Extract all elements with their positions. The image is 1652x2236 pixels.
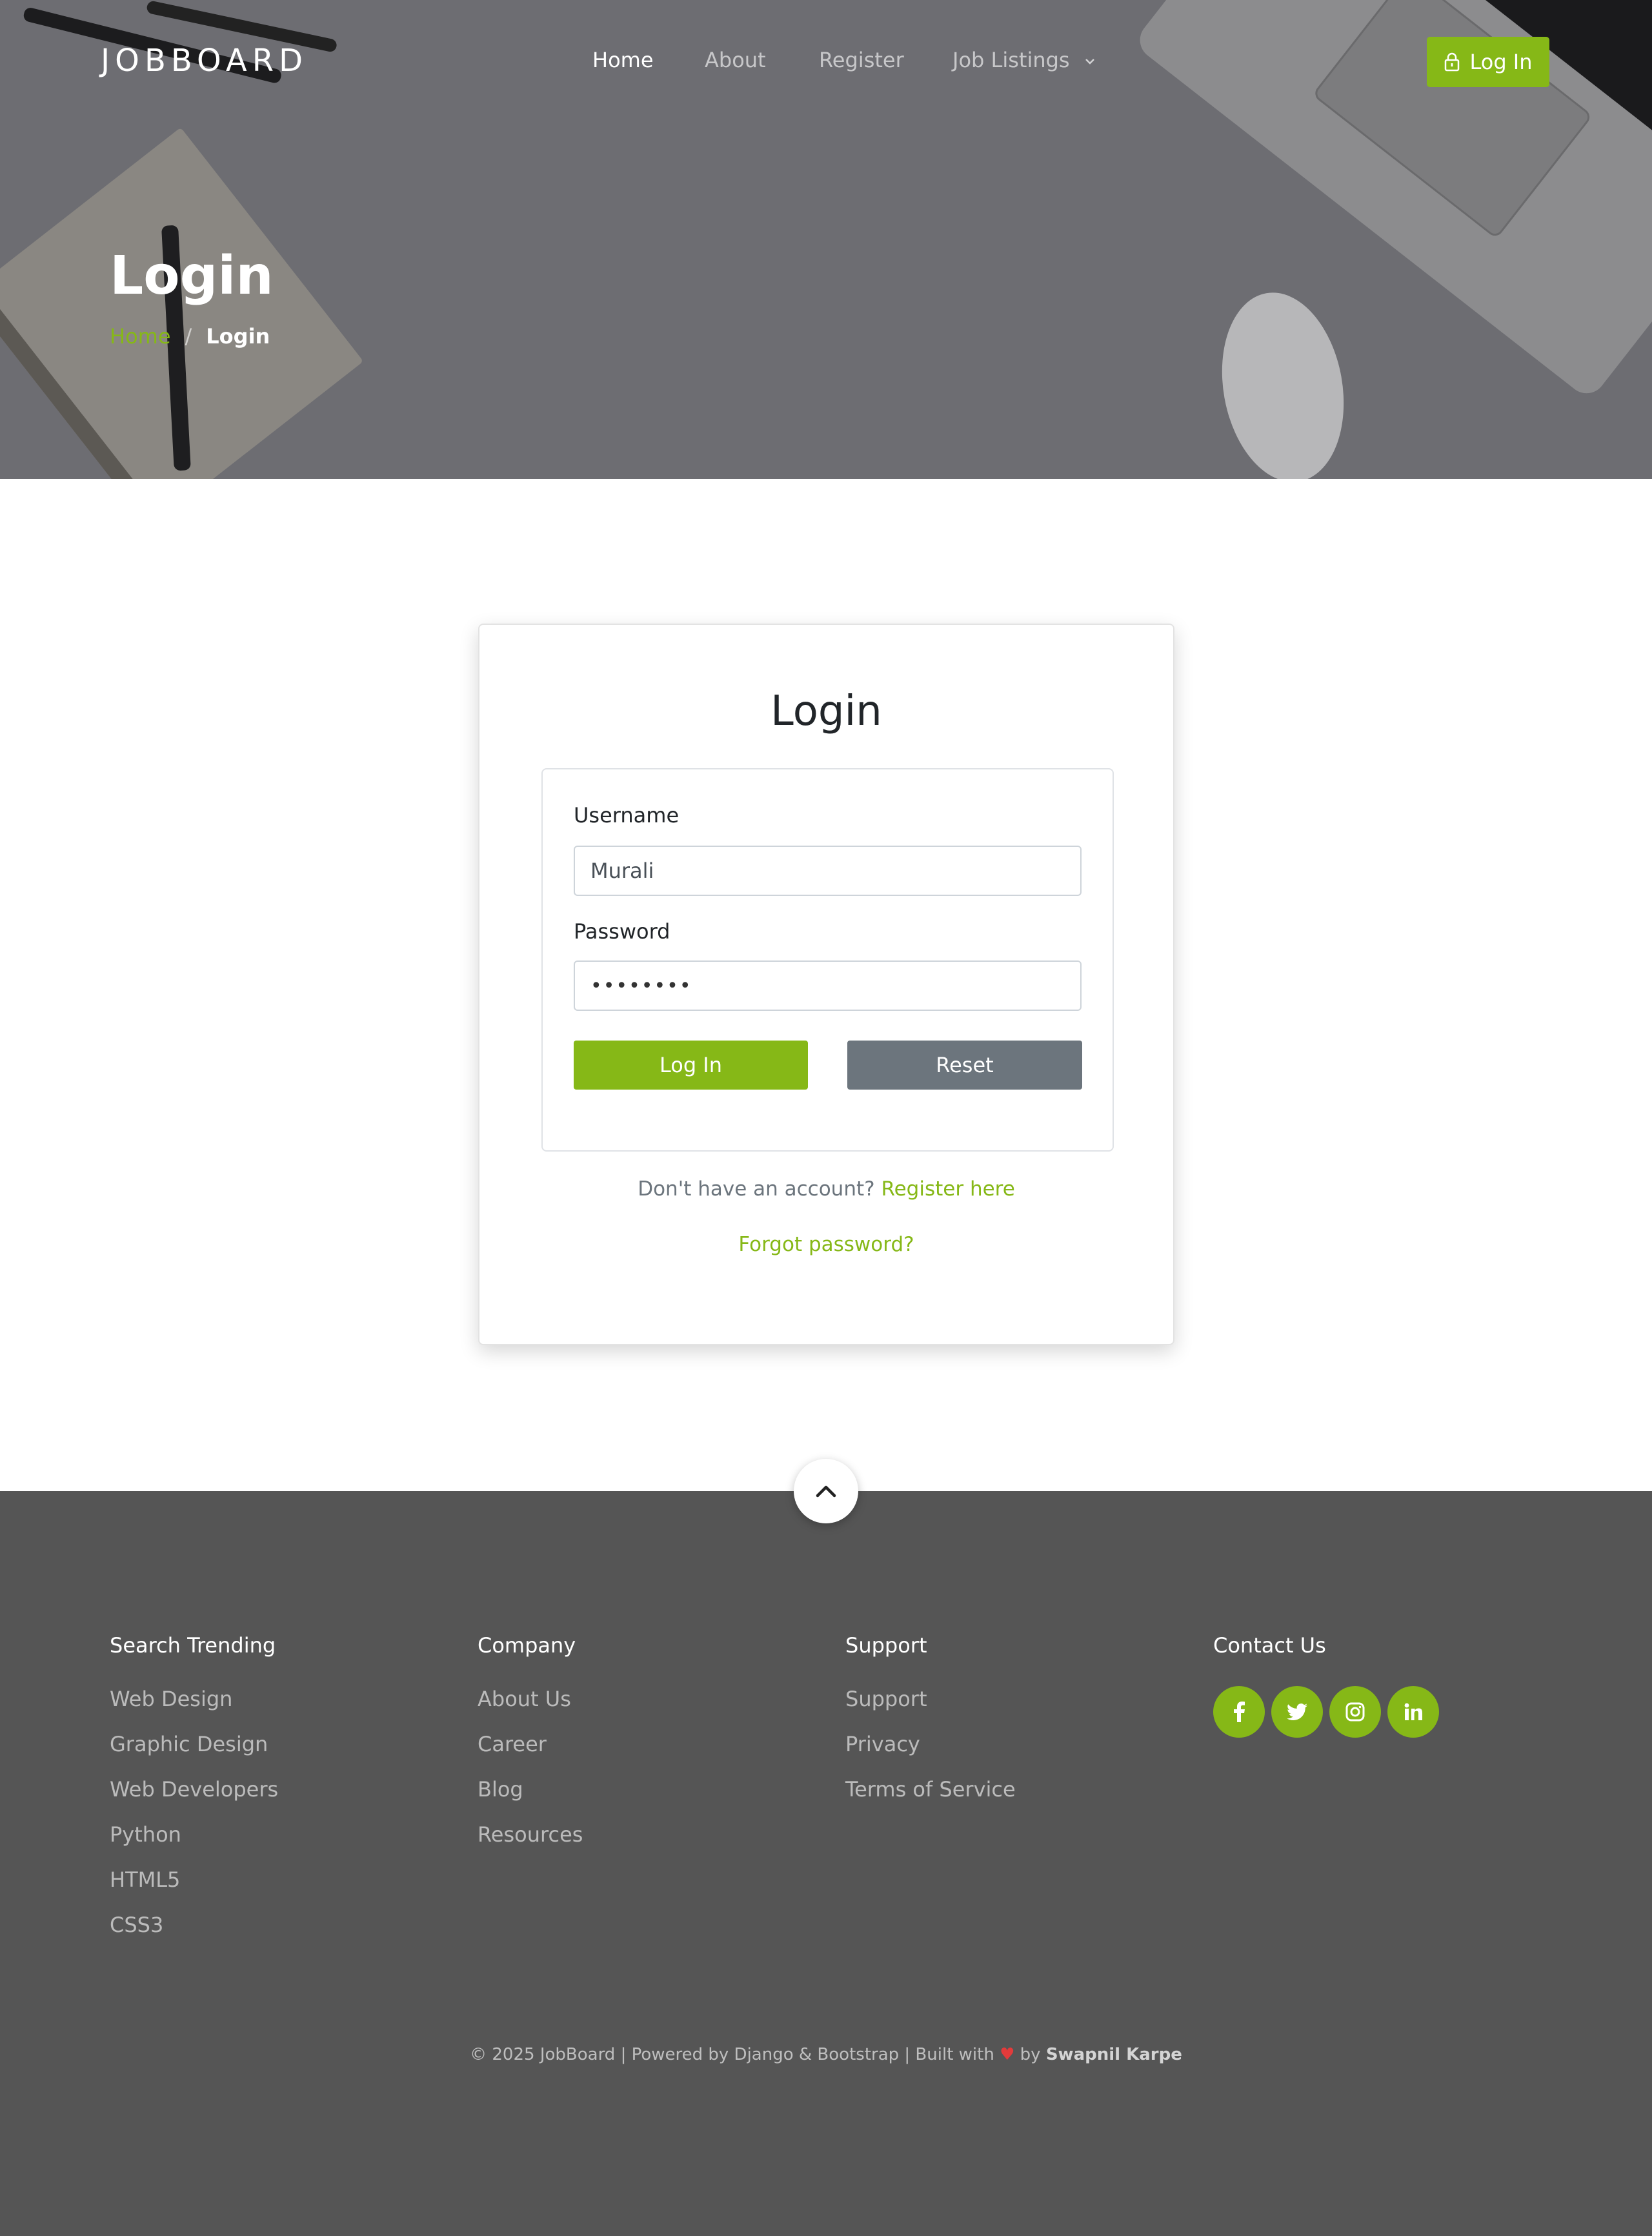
footer-heading: Company [478,1633,576,1658]
header-login-label: Log In [1469,50,1533,74]
facebook-icon[interactable] [1213,1686,1265,1738]
copyright-text: © 2025 JobBoard | Powered by Django & Bo… [470,2045,994,2064]
login-form: Username Murali Password •••••••• Log In… [541,768,1114,1152]
footer-link[interactable]: Graphic Design [110,1731,278,1776]
footer-column-search-trending: Search Trending Web Design Graphic Desig… [110,1633,278,1957]
hero-banner: JOBBOARD Home About Register Job Listing… [0,0,1652,479]
nav-about[interactable]: About [705,48,766,72]
password-input[interactable]: •••••••• [574,960,1082,1011]
lock-icon [1445,52,1460,72]
footer-link[interactable]: Terms of Service [845,1776,1016,1822]
footer-link[interactable]: Privacy [845,1731,1016,1776]
footer-link[interactable]: Support [845,1686,1016,1731]
login-submit-button[interactable]: Log In [574,1041,808,1090]
twitter-icon[interactable] [1271,1686,1323,1738]
nav-home[interactable]: Home [592,48,654,72]
social-links [1213,1686,1439,1738]
login-card: Login Username Murali Password •••••••• … [478,624,1174,1345]
footer-heading: Support [845,1633,927,1658]
back-to-top-button[interactable] [794,1459,858,1523]
register-here-link[interactable]: Register here [881,1177,1014,1201]
copyright-by: by [1020,2045,1041,2064]
footer-link[interactable]: Career [478,1731,583,1776]
linkedin-icon[interactable] [1387,1686,1439,1738]
footer-link[interactable]: About Us [478,1686,583,1731]
footer-column-support: Support Support Privacy Terms of Service [845,1633,1016,1822]
heart-icon: ♥ [1000,2045,1015,2064]
top-navbar: JOBBOARD Home About Register Job Listing… [0,0,1652,123]
login-card-title: Login [771,687,882,735]
register-prompt-text: Don't have an account? [638,1177,875,1201]
nav-register[interactable]: Register [819,48,904,72]
reset-button[interactable]: Reset [847,1041,1082,1090]
site-logo[interactable]: JOBBOARD [101,43,308,79]
chevron-down-icon [1085,59,1094,65]
footer-link[interactable]: Blog [478,1776,583,1822]
footer-link[interactable]: CSS3 [110,1912,278,1957]
footer-column-contact: Contact Us [1213,1633,1439,1738]
instagram-icon[interactable] [1329,1686,1381,1738]
nav-job-listings[interactable]: Job Listings [952,48,1096,72]
footer-link[interactable]: Python [110,1822,278,1867]
breadcrumb-current: Login [206,324,270,349]
password-label: Password [574,919,670,944]
header-login-button[interactable]: Log In [1427,37,1549,87]
footer-link[interactable]: Resources [478,1822,583,1867]
chevron-up-icon [816,1485,836,1498]
footer-heading: Search Trending [110,1633,276,1658]
footer-link[interactable]: Web Design [110,1686,278,1731]
copyright-line: © 2025 JobBoard | Powered by Django & Bo… [0,2045,1652,2064]
breadcrumb-home-link[interactable]: Home [110,324,171,349]
copyright-author: Swapnil Karpe [1045,2045,1182,2064]
register-prompt: Don't have an account? Register here [479,1177,1173,1201]
page-title: Login [110,245,274,307]
footer-link[interactable]: HTML5 [110,1867,278,1912]
footer-heading: Contact Us [1213,1633,1326,1658]
username-input[interactable]: Murali [574,846,1082,896]
nav-job-listings-label: Job Listings [952,48,1070,72]
username-label: Username [574,803,680,828]
forgot-password-link[interactable]: Forgot password? [479,1233,1173,1256]
footer-column-company: Company About Us Career Blog Resources [478,1633,583,1867]
footer-link[interactable]: Web Developers [110,1776,278,1822]
breadcrumb: Home / Login [110,324,270,349]
breadcrumb-separator: / [185,324,192,349]
